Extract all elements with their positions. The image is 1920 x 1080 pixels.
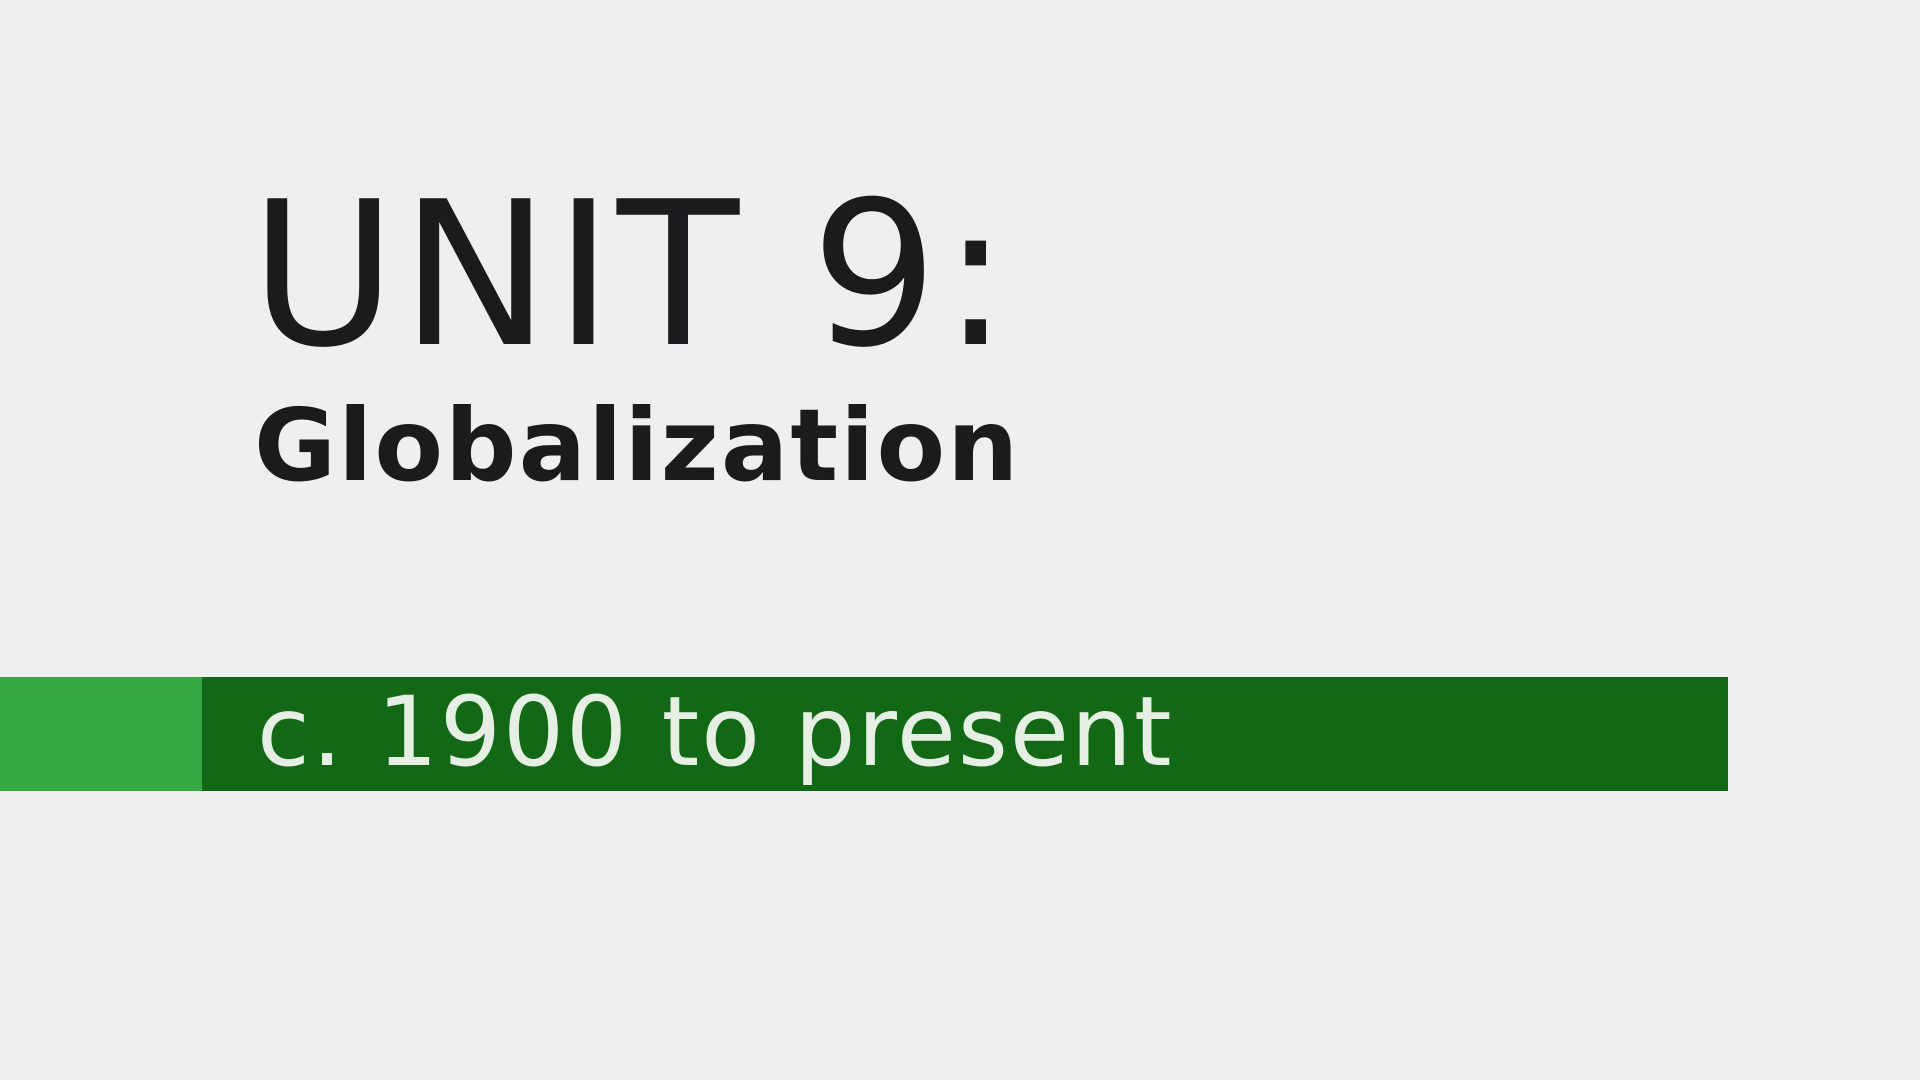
unit-subtitle: Globalization	[254, 387, 1021, 504]
date-range-label: c. 1900 to present	[257, 676, 1174, 789]
date-band-main: c. 1900 to present	[202, 677, 1728, 791]
date-band-accent	[0, 677, 202, 791]
date-band: c. 1900 to present	[0, 677, 1728, 791]
unit-title: UNIT 9:	[250, 159, 1014, 392]
title-slide: UNIT 9: Globalization c. 1900 to present	[0, 0, 1920, 1080]
